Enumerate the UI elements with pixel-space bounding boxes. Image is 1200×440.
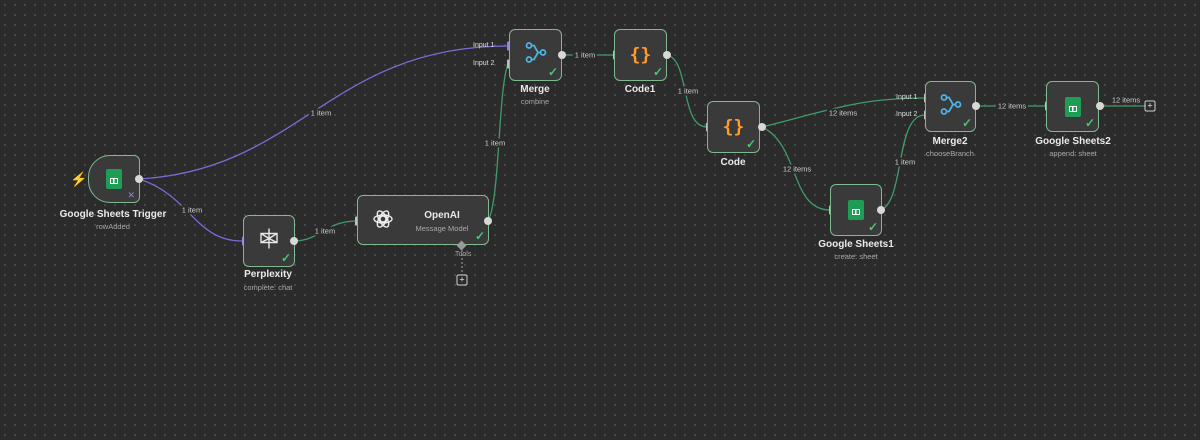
output-port[interactable] xyxy=(135,175,143,183)
edge-label: 1 item xyxy=(892,157,918,167)
node-google-sheets2[interactable]: ✓ xyxy=(1046,81,1099,132)
node-subtitle: chooseBranch xyxy=(926,149,974,158)
output-port[interactable] xyxy=(558,51,566,59)
edge-label: 12 items xyxy=(826,108,860,118)
merge-icon xyxy=(940,93,962,120)
output-port[interactable] xyxy=(758,123,766,131)
success-check-icon: ✓ xyxy=(280,251,291,265)
add-node-button[interactable]: + xyxy=(1144,100,1156,112)
success-check-icon: ✓ xyxy=(961,116,972,130)
output-port[interactable] xyxy=(1096,102,1104,110)
output-port[interactable] xyxy=(877,206,885,214)
success-check-icon: ✓ xyxy=(547,65,558,79)
trigger-bolt-icon: ⚡ xyxy=(70,171,88,187)
output-port[interactable] xyxy=(290,237,298,245)
code-braces-icon: {} xyxy=(722,116,745,138)
node-merge[interactable]: ✓ xyxy=(509,29,562,81)
edge-label: 1 item xyxy=(308,108,334,118)
edge-label: 1 item xyxy=(312,226,338,236)
edge-label: 12 items xyxy=(780,164,814,174)
node-subtitle: Message Model xyxy=(415,224,469,233)
node-title: Google Sheets Trigger xyxy=(59,209,167,220)
tools-label: Tools xyxy=(455,251,472,258)
success-check-icon: ✓ xyxy=(652,65,663,79)
input-2-label: Input 2 xyxy=(473,60,495,67)
node-subtitle: append: sheet xyxy=(1049,149,1097,158)
google-sheets-icon xyxy=(848,200,864,220)
code-braces-icon: {} xyxy=(629,44,652,66)
node-code1[interactable]: {} ✓ xyxy=(614,29,667,81)
node-title: Code xyxy=(720,157,746,168)
node-title: Google Sheets2 xyxy=(1035,136,1111,147)
input-1-label: Input 1 xyxy=(896,94,918,101)
node-title: Merge2 xyxy=(932,136,968,147)
node-google-sheets1[interactable]: ✓ xyxy=(830,184,882,236)
node-subtitle: complete: chat xyxy=(243,283,293,292)
node-title: Merge xyxy=(520,84,550,95)
node-code[interactable]: {} ✓ xyxy=(707,101,760,153)
edge-label: 1 item xyxy=(179,205,205,215)
node-subtitle: rowAdded xyxy=(96,222,130,231)
success-check-icon: ✓ xyxy=(745,137,756,151)
connections-layer xyxy=(138,45,1146,275)
node-openai[interactable]: OpenAI Message Model ✓ xyxy=(357,195,489,245)
node-google-sheets-trigger[interactable]: ✕ xyxy=(88,155,140,203)
node-perplexity[interactable]: ✓ xyxy=(243,215,295,267)
node-merge2[interactable]: ✓ xyxy=(925,81,976,132)
add-tool-button[interactable]: + xyxy=(456,274,468,286)
success-check-icon: ✓ xyxy=(1084,116,1095,130)
edge-label: 1 item xyxy=(675,86,701,96)
success-check-icon: ✓ xyxy=(474,229,485,243)
edge-label: 1 item xyxy=(482,138,508,148)
openai-icon xyxy=(372,208,394,235)
close-icon: ✕ xyxy=(127,190,135,200)
node-title: Perplexity xyxy=(244,269,292,280)
merge-icon xyxy=(525,42,547,69)
output-port[interactable] xyxy=(484,217,492,225)
output-port[interactable] xyxy=(663,51,671,59)
output-port[interactable] xyxy=(972,102,980,110)
node-title: Google Sheets1 xyxy=(818,239,894,250)
edge-label: 12 items xyxy=(995,101,1029,111)
input-1-label: Input 1 xyxy=(473,42,495,49)
google-sheets-icon xyxy=(1064,96,1081,117)
perplexity-icon xyxy=(258,228,280,255)
node-title: Code1 xyxy=(624,84,656,95)
success-check-icon: ✓ xyxy=(867,220,878,234)
node-subtitle: combine xyxy=(520,97,550,106)
edge-label: 12 items xyxy=(1109,95,1143,105)
node-title: OpenAI xyxy=(424,210,460,221)
google-sheets-icon xyxy=(106,169,122,189)
node-subtitle: create: sheet xyxy=(834,252,878,261)
edge-label: 1 item xyxy=(572,50,598,60)
input-2-label: Input 2 xyxy=(896,111,918,118)
